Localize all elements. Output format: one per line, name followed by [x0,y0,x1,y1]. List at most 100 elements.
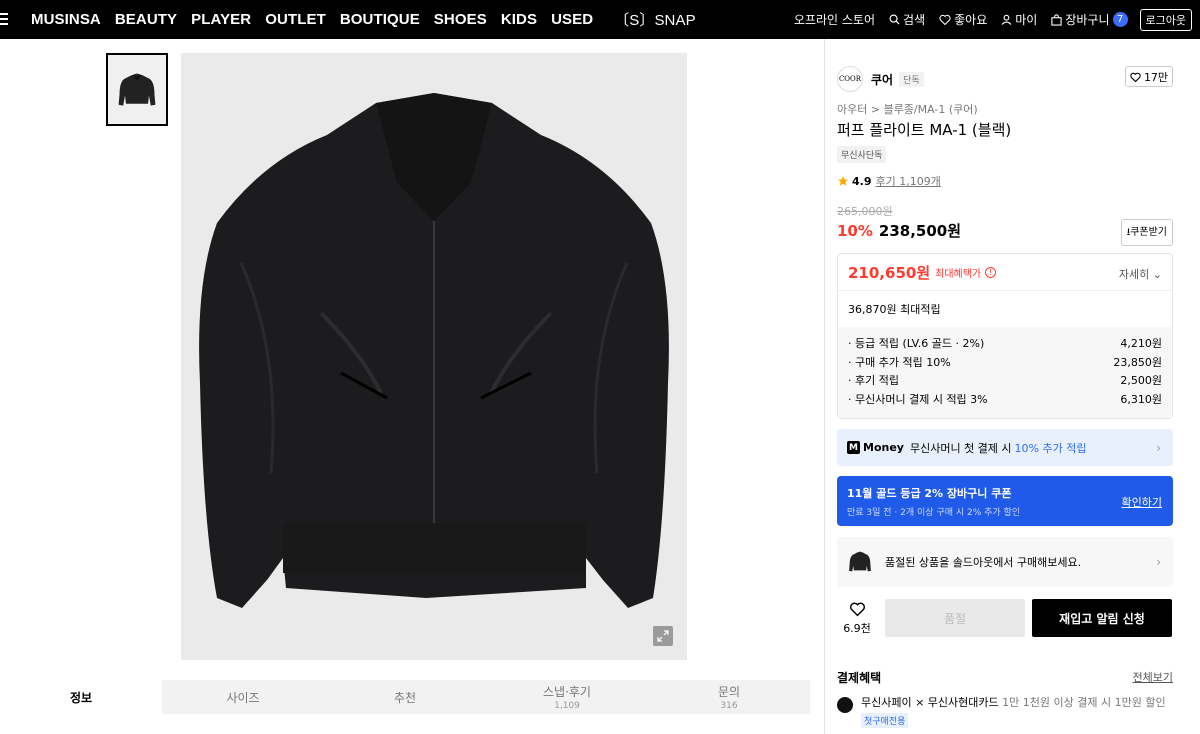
coupon-title: 11월 골드 등급 2% 장바구니 쿠폰 [847,487,1012,500]
tab-recommend[interactable]: 추천 [324,680,486,714]
product-thumbnail[interactable] [106,53,168,126]
exclusive-tag: 무신사단독 [837,146,887,163]
top-navigation-bar: MUSINSA BEAUTY PLAYER OUTLET BOUTIQUE SH… [0,0,1200,39]
coupon-confirm-button[interactable]: 확인하기 [1122,494,1162,510]
wishlist-count: 6.9천 [843,621,871,635]
savings-value: 6,310원 [1120,392,1162,406]
like-link[interactable]: 좋아요 [939,11,987,28]
chevron-down-icon: ⌄ [1152,268,1162,281]
nav-used[interactable]: USED [551,11,593,28]
musinsa-money-banner[interactable]: M Money 무신사머니 첫 결제 시 10% 추가 적립 › [837,429,1173,466]
tab-snap-review-count: 1,109 [554,701,580,711]
savings-label: · 등급 적립 (LV.6 골드 · 2%) [848,337,985,351]
soldout-banner[interactable]: 품절된 상품을 솔드아웃에서 구매해보세요. › [837,537,1173,587]
gold-coupon-banner: 11월 골드 등급 2% 장바구니 쿠폰 만료 3일 전 · 2개 이상 구매 … [837,476,1173,526]
product-main-image [181,53,687,660]
payment-benefit-desc: 1만 1천원 이상 결제 시 1만원 할인 [1002,696,1166,709]
coupon-button-label: 쿠폰받기 [1130,227,1167,238]
menu-icon[interactable] [0,10,8,28]
offline-store-label: 오프라인 스토어 [793,13,876,27]
cart-bag-icon [1051,13,1062,26]
musinsa-pay-logo [837,697,853,713]
nav-beauty[interactable]: BEAUTY [115,11,177,28]
list-item: · 무신사머니 결제 시 적립 3% 6,310원 [848,390,1162,409]
search-link[interactable]: 검색 [889,11,925,28]
cart-link[interactable]: 장바구니 7 [1051,11,1128,28]
tab-size[interactable]: 사이즈 [162,680,324,714]
expand-icon [657,630,669,642]
my-link[interactable]: 마이 [1001,11,1037,28]
brand-like-count: 17만 [1143,70,1169,84]
like-label: 좋아요 [954,13,988,27]
money-highlight: 10% 추가 적립 [1014,441,1087,455]
jacket-mini-image [849,551,871,572]
nav-shoes[interactable]: SHOES [434,11,487,28]
nav-kids[interactable]: KIDS [501,11,537,28]
product-info-panel: COOR 쿠어 단독 17만 아우터 > 블루종/MA-1 (쿠어) 퍼프 플라… [824,39,1200,734]
tab-inquiry-count: 316 [720,701,738,711]
savings-breakdown: · 등급 적립 (LV.6 골드 · 2%) 4,210원 · 구매 추가 적립 … [838,327,1172,418]
money-brand: Money [863,441,904,454]
expand-image-button[interactable] [653,626,673,646]
tab-info-label: 정보 [69,690,93,705]
list-item: · 등급 적립 (LV.6 골드 · 2%) 4,210원 [848,334,1162,353]
nav-musinsa[interactable]: MUSINSA [31,11,101,28]
soldout-button: 품절 [885,599,1025,637]
brand-like-button[interactable]: 17만 [1125,66,1173,87]
info-icon[interactable]: ! [985,266,997,278]
brand-logo: COOR [837,66,863,92]
payment-benefit-title: 결제혜택 [837,671,882,685]
offline-store-link[interactable]: 오프라인 스토어 [794,11,875,28]
restock-alert-button[interactable]: 재입고 알림 신청 [1032,599,1172,637]
rating-row[interactable]: 4.9 후기 1,109개 [837,173,941,189]
star-icon [838,176,848,186]
heart-icon [849,602,865,616]
nav-outlet[interactable]: OUTLET [265,11,326,28]
nav-player[interactable]: PLAYER [191,11,251,28]
max-benefit-header[interactable]: 210,650원 최대혜택가 ! 자세히 ⌄ [838,254,1172,291]
original-price: 265,000원 [837,205,893,218]
tab-snap-review-label: 스냅·후기 [543,685,591,699]
soldout-banner-text: 품절된 상품을 솔드아웃에서 구매해보세요. [885,556,1082,569]
chevron-right-icon: › [1156,440,1161,455]
detail-tabs: 정보 사이즈 추천 스냅·후기 1,109 문의 316 [0,680,810,714]
money-logo-icon: M [847,441,860,454]
savings-label: · 무신사머니 결제 시 적립 3% [848,392,988,406]
jacket-thumbnail-image [118,72,156,106]
price-row: 10% 238,500원 [837,220,961,241]
first-purchase-badge: 첫구매전용 [861,713,909,728]
search-icon [889,14,900,25]
tab-info[interactable]: 정보 [0,680,162,714]
savings-value: 23,850원 [1113,355,1162,369]
jacket-image [199,93,669,608]
money-text: 무신사머니 첫 결제 시 [909,441,1012,455]
coupon-button[interactable]: ⭳쿠폰받기 [1120,219,1173,246]
heart-icon [939,14,951,25]
tab-inquiry-label: 문의 [717,685,741,699]
search-label: 검색 [903,13,926,27]
breadcrumb[interactable]: 아우터 > 블루종/MA-1 (쿠어) [837,101,978,117]
nav-snap[interactable]: 〔S〕SNAP [614,9,696,30]
sale-price: 238,500원 [878,222,962,240]
brand-name: 쿠어 [871,72,894,87]
benefit-detail-label: 자세히 [1118,268,1150,281]
tab-recommend-label: 추천 [393,690,417,705]
brand-exclusive-badge: 단독 [899,71,924,87]
tab-inquiry[interactable]: 문의 316 [648,680,810,714]
main-nav: MUSINSA BEAUTY PLAYER OUTLET BOUTIQUE SH… [31,0,710,39]
max-savings: 36,870원 최대적립 [848,303,941,316]
tab-size-label: 사이즈 [226,690,260,705]
purchase-actions: 6.9천 품절 재입고 알림 신청 [837,599,1173,637]
logout-button[interactable]: 로그아웃 [1139,8,1192,31]
nav-boutique[interactable]: BOUTIQUE [340,11,420,28]
rating-score: 4.9 [852,174,872,188]
brand-row[interactable]: COOR 쿠어 단독 [837,66,924,92]
benefit-detail-toggle[interactable]: 자세히 ⌄ [1119,266,1162,282]
cart-count-badge: 7 [1112,12,1128,27]
discount-rate: 10% [837,222,873,240]
payment-view-all-link[interactable]: 전체보기 [1133,669,1173,685]
wishlist-button[interactable]: 6.9천 [837,601,877,636]
tab-snap-review[interactable]: 스냅·후기 1,109 [486,680,648,714]
savings-label: · 구매 추가 적립 10% [848,355,951,369]
savings-value: 4,210원 [1120,337,1162,351]
